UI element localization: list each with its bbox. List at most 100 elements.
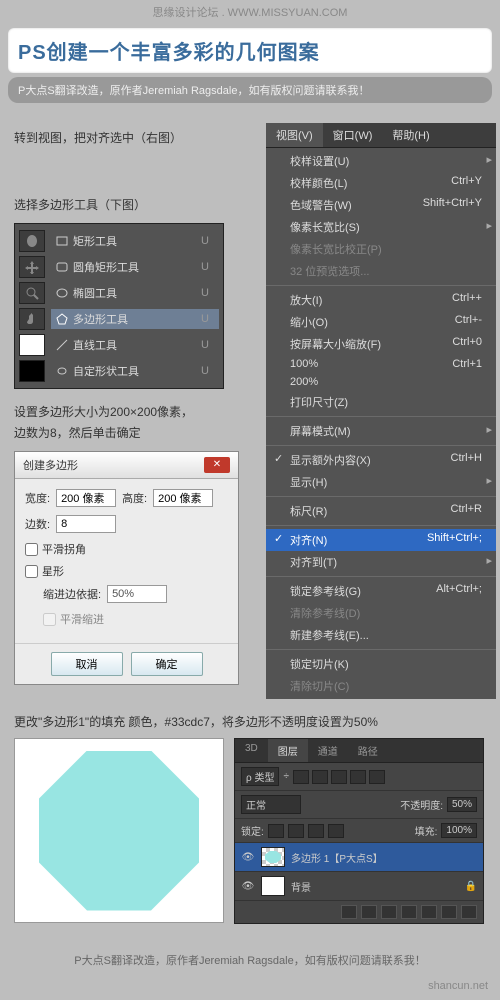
blend-mode-select[interactable]: 正常	[241, 795, 301, 814]
height-field[interactable]	[153, 489, 213, 507]
menu-item[interactable]: 显示(H)	[266, 471, 496, 493]
filter-type-icon[interactable]	[331, 770, 347, 784]
menu-item-label: 显示额外内容(X)	[290, 452, 371, 468]
menu-shortcut: Ctrl+R	[451, 503, 482, 519]
layer-thumb	[261, 847, 285, 867]
smooth-corners-checkbox[interactable]	[25, 543, 38, 556]
menu-item[interactable]: 新建参考线(E)...	[266, 624, 496, 646]
hand-tool-icon[interactable]	[19, 308, 45, 330]
menu-item[interactable]: 放大(I)Ctrl++	[266, 289, 496, 311]
sides-label: 边数:	[25, 516, 50, 532]
tab-3d[interactable]: 3D	[235, 739, 268, 762]
tool-line[interactable]: 直线工具U	[51, 335, 219, 355]
menu-item[interactable]: 按屏幕大小缩放(F)Ctrl+0	[266, 333, 496, 355]
star-checkbox[interactable]	[25, 565, 38, 578]
menu-tab-help[interactable]: 帮助(H)	[382, 123, 439, 147]
lock-image-icon[interactable]	[288, 824, 304, 838]
menu-item: 清除切片(C)	[266, 675, 496, 697]
shortcut: U	[201, 339, 215, 351]
menu-item-label: 校样设置(U)	[290, 153, 349, 169]
fill-field[interactable]: 100%	[441, 823, 477, 838]
menu-item[interactable]: 校样颜色(L)Ctrl+Y	[266, 172, 496, 194]
filter-shape-icon[interactable]	[350, 770, 366, 784]
menu-item-label: 显示(H)	[290, 474, 327, 490]
menu-item[interactable]: 打印尺寸(Z)	[266, 391, 496, 413]
lock-all-icon[interactable]	[328, 824, 344, 838]
menu-item[interactable]: 像素长宽比(S)	[266, 216, 496, 238]
sides-field[interactable]	[56, 515, 116, 533]
link-icon[interactable]	[341, 905, 357, 919]
menu-item[interactable]: 校样设置(U)	[266, 150, 496, 172]
mask-icon[interactable]	[381, 905, 397, 919]
fg-color-swatch[interactable]	[19, 334, 45, 356]
menu-item-label: 新建参考线(E)...	[290, 627, 369, 643]
lock-trans-icon[interactable]	[268, 824, 284, 838]
tool-polygon[interactable]: 多边形工具U	[51, 309, 219, 329]
menu-item[interactable]: 缩小(O)Ctrl+-	[266, 311, 496, 333]
header-box: PS创建一个丰富多彩的几何图案	[8, 28, 492, 73]
menu-shortcut: Alt+Ctrl+;	[436, 583, 482, 599]
cancel-button[interactable]: 取消	[51, 652, 123, 676]
fill-adj-icon[interactable]	[401, 905, 417, 919]
smooth-corners-label: 平滑拐角	[42, 541, 86, 557]
menu-item-label: 清除切片(C)	[290, 678, 349, 694]
height-label: 高度:	[122, 490, 147, 506]
menu-item[interactable]: 色域警告(W)Shift+Ctrl+Y	[266, 194, 496, 216]
instruction-step2: 选择多边形工具（下图）	[14, 196, 254, 213]
menu-item-label: 屏幕模式(M)	[290, 423, 351, 439]
smooth-indent-checkbox	[43, 613, 56, 626]
tab-layers[interactable]: 图层	[268, 739, 308, 762]
layer-polygon[interactable]: 👁 多边形 1【P大点S】	[235, 843, 483, 872]
width-field[interactable]	[56, 489, 116, 507]
tool-ellipse-label: 椭圆工具	[73, 285, 117, 301]
menu-item[interactable]: 屏幕模式(M)	[266, 420, 496, 442]
menu-item[interactable]: 显示额外内容(X)Ctrl+H	[266, 449, 496, 471]
menu-item-label: 校样颜色(L)	[290, 175, 347, 191]
visibility-icon[interactable]: 👁	[241, 852, 255, 863]
menu-item[interactable]: 200%	[266, 373, 496, 391]
instruction-step3a: 设置多边形大小为200×200像素，	[14, 403, 254, 420]
tab-paths[interactable]: 路径	[348, 739, 388, 762]
menu-item[interactable]: 对齐到(T)	[266, 551, 496, 573]
menu-item[interactable]: 对齐(N)Shift+Ctrl+;	[266, 529, 496, 551]
tool-roundrect[interactable]: 圆角矩形工具U	[51, 257, 219, 277]
close-icon[interactable]: ✕	[204, 457, 230, 473]
filter-kind-select[interactable]: ρ 类型	[241, 767, 279, 786]
new-layer-icon[interactable]	[441, 905, 457, 919]
width-label: 宽度:	[25, 490, 50, 506]
menu-tab-view[interactable]: 视图(V)	[266, 123, 323, 147]
fx-icon[interactable]	[361, 905, 377, 919]
tab-channels[interactable]: 通道	[308, 739, 348, 762]
layer-background[interactable]: 👁 背景 🔒	[235, 872, 483, 901]
trash-icon[interactable]	[461, 905, 477, 919]
lock-pos-icon[interactable]	[308, 824, 324, 838]
filter-adjust-icon[interactable]	[312, 770, 328, 784]
visibility-icon[interactable]: 👁	[241, 881, 255, 892]
filter-pixel-icon[interactable]	[293, 770, 309, 784]
group-icon[interactable]	[421, 905, 437, 919]
filter-smart-icon[interactable]	[369, 770, 385, 784]
menu-item-label: 锁定切片(K)	[290, 656, 349, 672]
menu-tab-window[interactable]: 窗口(W)	[323, 123, 383, 147]
menu-item-label: 100%	[290, 358, 318, 370]
menu-item[interactable]: 锁定参考线(G)Alt+Ctrl+;	[266, 580, 496, 602]
shortcut: U	[201, 261, 215, 273]
ok-button[interactable]: 确定	[131, 652, 203, 676]
menu-item[interactable]: 锁定切片(K)	[266, 653, 496, 675]
opacity-label: 不透明度:	[400, 797, 443, 812]
tool-ellipse[interactable]: 椭圆工具U	[51, 283, 219, 303]
shortcut: U	[201, 365, 215, 377]
tool-rect[interactable]: 矩形工具U	[51, 231, 219, 251]
bg-color-swatch[interactable]	[19, 360, 45, 382]
menu-item[interactable]: 标尺(R) Ctrl+R	[266, 500, 496, 522]
menu-item-label: 标尺(R)	[290, 503, 327, 519]
move-tool-icon[interactable]	[19, 256, 45, 278]
opacity-field[interactable]: 50%	[447, 797, 477, 812]
shortcut: U	[201, 313, 215, 325]
zoom-tool-icon[interactable]	[19, 282, 45, 304]
tool-custom-shape[interactable]: 自定形状工具U	[51, 361, 219, 381]
lock-label: 锁定:	[241, 823, 264, 838]
blob-tool-icon[interactable]	[19, 230, 45, 252]
menu-item[interactable]: 100%Ctrl+1	[266, 355, 496, 373]
tool-rect-label: 矩形工具	[73, 233, 117, 249]
